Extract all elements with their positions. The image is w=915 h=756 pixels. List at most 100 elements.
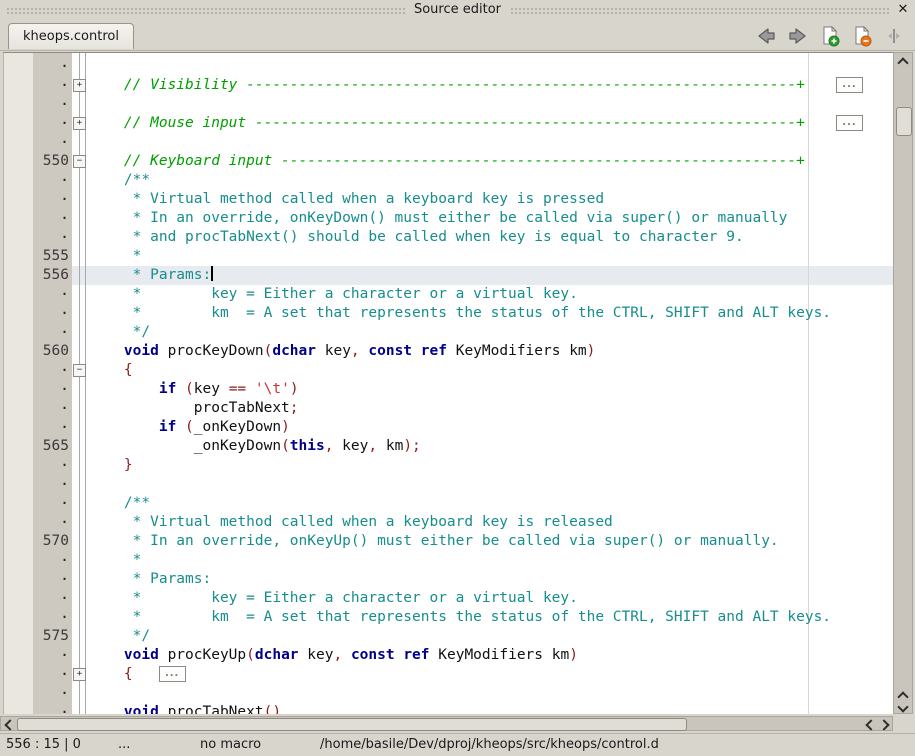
macro-status: no macro (200, 734, 261, 756)
vertical-scrollbar-thumb[interactable] (896, 107, 912, 136)
code-token: void (124, 343, 159, 359)
fold-collapse-icon[interactable]: − (73, 155, 86, 168)
fold-expand-icon[interactable]: + (73, 79, 86, 92)
scroll-up-icon[interactable] (897, 57, 908, 68)
gutter-line-dot: · (33, 570, 72, 589)
back-arrow-icon[interactable] (754, 25, 777, 47)
code-line[interactable]: * key = Either a character or a virtual … (89, 285, 578, 304)
gutter-line-dot: · (33, 589, 72, 608)
scroll-left-icon[interactable] (4, 719, 15, 730)
code-token: _onKeyDown (89, 438, 281, 454)
gutter-line-number: 560 (33, 342, 72, 361)
code-token: key (316, 343, 351, 359)
code-line[interactable]: if (_onKeyDown) (89, 418, 290, 437)
tab-bar: kheops.control (0, 20, 915, 51)
code-line[interactable]: * Virtual method called when a keyboard … (89, 190, 604, 209)
code-token: dchar (255, 647, 299, 663)
gutter-line-dot: · (33, 418, 72, 437)
scroll-left-icon[interactable] (865, 719, 876, 730)
code-line[interactable]: */ (89, 627, 150, 646)
code-line[interactable]: * key = Either a character or a virtual … (89, 589, 578, 608)
code-line[interactable]: /** (89, 494, 150, 513)
code-line[interactable]: procTabNext; (89, 399, 299, 418)
code-token (176, 381, 185, 397)
line-number-gutter: ·····550····555556···560····565····570··… (33, 57, 72, 714)
code-line[interactable]: // Keyboard input ----------------------… (89, 152, 805, 171)
code-line[interactable]: * km = A set that represents the status … (89, 608, 831, 627)
editor-toolbar (754, 23, 905, 49)
fold-ellipsis-box[interactable]: ... (836, 77, 863, 93)
code-line[interactable]: } (89, 456, 133, 475)
new-document-icon[interactable] (818, 25, 841, 47)
code-line[interactable]: * Params: (89, 570, 211, 589)
vertical-scrollbar[interactable] (893, 52, 913, 714)
code-token: * Params: (89, 267, 211, 283)
fold-ellipsis-box[interactable]: ... (836, 115, 863, 131)
close-document-icon[interactable] (850, 25, 873, 47)
fold-collapse-icon[interactable]: − (73, 364, 86, 377)
gutter-line-number: 555 (33, 247, 72, 266)
forward-arrow-icon[interactable] (786, 25, 809, 47)
code-token: const (351, 647, 395, 663)
code-line[interactable]: */ (89, 323, 150, 342)
code-line[interactable]: void procKeyUp(dchar key, const ref KeyM… (89, 646, 578, 665)
horizontal-scrollbar-thumb[interactable] (17, 718, 687, 731)
gutter-line-dot: · (33, 114, 72, 133)
code-token: * key = Either a character or a virtual … (89, 590, 578, 606)
code-line[interactable]: void procTabNext() (89, 703, 281, 714)
code-token: KeyModifiers km (447, 343, 587, 359)
gutter-line-dot: · (33, 551, 72, 570)
gutter-line-number: 570 (33, 532, 72, 551)
code-line[interactable]: void procKeyDown(dchar key, const ref Ke… (89, 342, 595, 361)
code-token (412, 343, 421, 359)
code-token: ref (421, 343, 447, 359)
code-token: // Visibility --------------------------… (89, 77, 805, 93)
fold-ellipsis-box[interactable]: ... (159, 666, 186, 682)
gutter-line-dot: · (33, 361, 72, 380)
code-line[interactable]: { (89, 361, 133, 380)
code-token: key (333, 438, 368, 454)
fold-expand-icon[interactable]: + (73, 668, 86, 681)
code-line[interactable]: * (89, 551, 141, 570)
code-line[interactable]: * Virtual method called when a keyboard … (89, 513, 613, 532)
code-token: * key = Either a character or a virtual … (89, 286, 578, 302)
gutter-line-dot: · (33, 456, 72, 475)
code-line[interactable]: * In an override, onKeyDown() must eithe… (89, 209, 787, 228)
code-token: () (264, 704, 281, 714)
scroll-down-icon[interactable] (897, 701, 908, 712)
caret-position: 556 : 15 | 0 (6, 734, 81, 756)
split-view-icon[interactable] (882, 25, 905, 47)
gutter-line-dot: · (33, 665, 72, 684)
code-token: * Virtual method called when a keyboard … (89, 191, 604, 207)
code-token: == (229, 381, 246, 397)
code-line[interactable]: // Visibility --------------------------… (89, 76, 805, 95)
code-token: * km = A set that represents the status … (89, 609, 831, 625)
code-token: * Virtual method called when a keyboard … (89, 514, 613, 530)
code-line[interactable]: // Mouse input -------------------------… (89, 114, 805, 133)
gutter-line-dot: · (33, 475, 72, 494)
code-token: { (89, 666, 133, 682)
scroll-right-icon[interactable] (878, 719, 889, 730)
code-line[interactable]: /** (89, 171, 150, 190)
fold-guide-line (79, 53, 80, 714)
code-token: ( (185, 381, 194, 397)
code-line[interactable]: * km = A set that represents the status … (89, 304, 831, 323)
horizontal-scrollbar[interactable] (0, 716, 893, 731)
gutter-line-dot: · (33, 285, 72, 304)
window-title: Source editor (405, 1, 510, 19)
close-icon[interactable]: ✕ (895, 2, 911, 18)
fold-expand-icon[interactable]: + (73, 117, 86, 130)
code-editor[interactable]: ·····550····555556···560····565····570··… (3, 52, 893, 714)
code-token (89, 381, 159, 397)
code-line[interactable]: * and procTabNext() should be called whe… (89, 228, 744, 247)
code-line[interactable]: * Params: (89, 266, 213, 285)
code-token: ; (290, 400, 299, 416)
code-line[interactable]: * In an override, onKeyUp() must either … (89, 532, 779, 551)
code-line[interactable]: * (89, 247, 141, 266)
code-line[interactable]: {... (89, 665, 186, 684)
code-line[interactable]: if (key == '\t') (89, 380, 299, 399)
code-line[interactable]: _onKeyDown(this, key, km); (89, 437, 421, 456)
code-token: , (333, 647, 342, 663)
code-token: /** (89, 495, 150, 511)
tab-kheops-control[interactable]: kheops.control (8, 23, 134, 49)
